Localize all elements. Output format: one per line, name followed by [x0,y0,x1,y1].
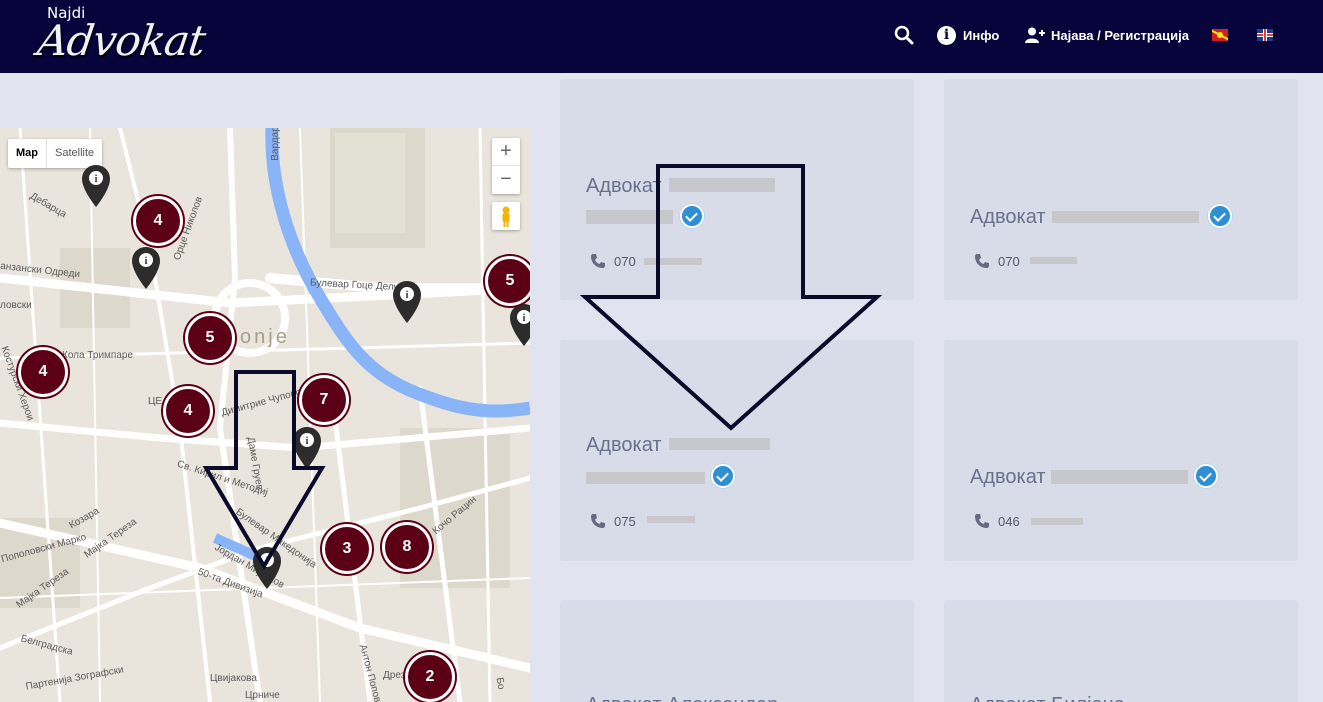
lawyer-marker-icon[interactable]: i [131,246,161,290]
svg-text:i: i [406,290,409,301]
info-icon: i [937,25,956,45]
phone-icon [975,514,989,528]
svg-text:i: i [95,174,98,185]
flag-macedonian-icon[interactable] [1212,29,1228,41]
zoom-out-button[interactable]: − [492,166,520,194]
street-label: Цвијакова [210,673,257,684]
search-button[interactable] [893,24,915,46]
phone-icon [975,254,989,268]
map-view[interactable]: Булевар Гоце Делчев Дебарца Орце Николов… [0,128,530,702]
zoom-control: + − [492,138,520,194]
lawyer-card-phone[interactable]: 075 [590,513,636,529]
info-label: Инфо [963,27,1000,43]
redacted-name [669,438,770,450]
redacted-name [1052,211,1199,223]
redacted-name [586,210,673,224]
login-register-label: Најава / Регистрација [1051,27,1189,43]
phone-prefix: 075 [614,513,636,529]
verified-badge-icon [1208,204,1232,228]
lawyer-card-phone[interactable]: 070 [590,253,636,269]
street-label: Вардар [269,128,281,161]
lawyer-card-phone[interactable]: 070 [974,253,1020,269]
street-label: ловски [0,300,32,311]
verified-badge-icon [680,204,704,228]
verified-badge-icon [1194,464,1218,488]
phone-prefix: 046 [998,513,1020,529]
lawyer-card[interactable]: Адвокат 046 [944,340,1298,561]
pegman-icon [502,206,510,227]
flag-english-icon[interactable] [1257,29,1273,41]
lawyer-marker-icon[interactable]: i [509,303,530,347]
street-label: Црниче [245,690,280,701]
redacted-name [1051,470,1188,484]
lawyer-card-title: Адвокат [586,434,662,456]
redacted-phone [1031,518,1083,525]
marker-cluster[interactable]: 4 [18,347,68,397]
redacted-phone [647,516,695,523]
svg-text:i: i [266,556,269,567]
map-type-map-button[interactable]: Map [8,139,47,168]
redacted-phone [644,258,702,265]
lawyer-marker-icon[interactable]: i [292,426,322,470]
marker-cluster[interactable]: 4 [133,196,183,246]
login-register-link[interactable]: Најава / Регистрација [1025,24,1189,46]
redacted-phone [1030,257,1077,264]
info-link[interactable]: i Инфо [937,24,999,46]
lawyer-card[interactable]: Адвокат 070 [944,79,1298,300]
marker-cluster[interactable]: 2 [405,652,455,702]
top-navigation-bar: Najdi Advokat i Инфо Најава / Регистраци… [0,0,1323,73]
street-label: Бо [493,676,507,691]
phone-prefix: 070 [614,253,636,269]
marker-cluster[interactable]: 5 [185,313,235,363]
marker-cluster[interactable]: 7 [299,375,349,425]
verified-badge-icon [711,464,735,488]
lawyer-card-title: Адвокат [586,175,662,197]
lawyer-card[interactable]: Адвокат 075 [560,340,914,561]
lawyer-card-title: Адвокат [970,466,1046,488]
lawyer-card-title: Адвокат Александар [586,694,778,702]
street-label: Дрез [383,670,406,681]
street-label: ЦЕ [148,396,163,407]
redacted-name [586,472,705,484]
lawyer-marker-icon[interactable]: i [252,546,282,590]
search-icon [894,25,914,45]
map-base [0,128,530,702]
marker-cluster[interactable]: 8 [382,522,432,572]
svg-text:i: i [145,256,148,267]
zoom-in-button[interactable]: + [492,138,520,166]
lawyer-card[interactable]: Адвокат 070 [560,79,914,300]
lawyer-marker-icon[interactable]: i [392,280,422,324]
lawyer-card-title: Адвокат [970,206,1046,228]
lawyer-card[interactable]: Адвокат Александар [560,600,914,702]
street-label: Кола Тримпаре [62,350,134,361]
redacted-name [669,178,775,192]
lawyer-card-phone[interactable]: 046 [974,513,1020,529]
lawyer-marker-icon[interactable]: i [81,164,111,208]
lawyer-card-title: Адвокат Билјана [970,694,1125,702]
svg-text:i: i [523,313,526,324]
add-user-icon [1025,27,1045,43]
city-label: onje [240,326,290,348]
street-view-pegman-button[interactable] [492,202,520,230]
phone-icon [591,254,605,268]
marker-cluster[interactable]: 3 [322,524,372,574]
phone-prefix: 070 [998,253,1020,269]
phone-icon [591,514,605,528]
marker-cluster[interactable]: 5 [485,256,530,306]
svg-text:i: i [306,436,309,447]
marker-cluster[interactable]: 4 [163,386,213,436]
lawyer-card[interactable]: Адвокат Билјана [944,600,1298,702]
logo-advokat[interactable]: Advokat [35,16,208,65]
